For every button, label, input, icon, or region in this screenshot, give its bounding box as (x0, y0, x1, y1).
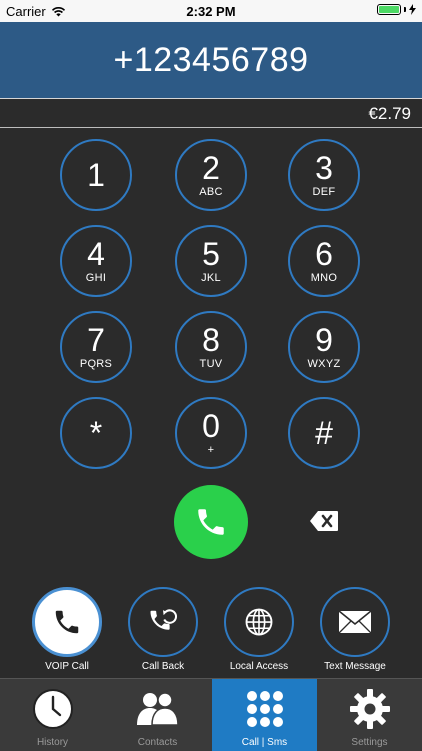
mode-voip-call[interactable] (32, 587, 102, 657)
key-digit: * (89, 414, 103, 451)
key-digit: 5 (202, 236, 220, 272)
mode-call-back[interactable] (128, 587, 198, 657)
key-digit: # (315, 414, 333, 451)
dialed-number-display: +123456789 (0, 22, 422, 99)
tab-icon-wrap (135, 687, 181, 731)
key-letters: JKL (201, 272, 221, 284)
key-letters: WXYZ (307, 358, 341, 370)
phone-icon (198, 509, 224, 535)
tab-history[interactable]: History (0, 679, 105, 751)
gear-icon (349, 689, 390, 729)
envelope-icon (338, 610, 372, 634)
backspace-button[interactable] (307, 505, 341, 537)
battery-icon (377, 4, 401, 15)
clock-icon (32, 689, 73, 729)
key-hash[interactable]: # (288, 397, 360, 469)
mode-label: VOIP Call (45, 661, 89, 672)
tab-call-sms[interactable]: Call | Sms (212, 679, 317, 751)
balance-bar: €2.79 (0, 99, 422, 128)
key-3[interactable]: 3 DEF (288, 139, 360, 211)
tab-icon-wrap (244, 687, 286, 731)
phone-icon (55, 610, 79, 634)
key-star[interactable]: * (60, 397, 132, 469)
key-letters: DEF (312, 186, 336, 198)
globe-icon (245, 608, 273, 636)
status-time: 2:32 PM (186, 4, 236, 19)
tab-icon-wrap (349, 687, 391, 731)
balance-amount: €2.79 (368, 104, 411, 123)
tab-settings[interactable]: Settings (317, 679, 422, 751)
backspace-icon (310, 511, 338, 531)
key-8[interactable]: 8 TUV (175, 311, 247, 383)
key-5[interactable]: 5 JKL (175, 225, 247, 297)
key-digit: 6 (315, 236, 333, 272)
dialed-number: +123456789 (113, 40, 309, 79)
key-digit: 7 (87, 322, 105, 358)
call-button[interactable] (174, 485, 248, 559)
key-letters: GHI (85, 272, 107, 284)
tab-label: Call | Sms (241, 737, 288, 748)
key-6[interactable]: 6 MNO (288, 225, 360, 297)
key-letters: ABC (199, 186, 223, 198)
mode-label: Local Access (229, 661, 289, 672)
status-bar: Carrier 2:32 PM (0, 0, 422, 22)
tab-bar: History Contacts Call | Sms Settings (0, 678, 422, 751)
charging-icon (409, 4, 416, 15)
key-0[interactable]: 0 + (175, 397, 247, 469)
key-9[interactable]: 9 WXYZ (288, 311, 360, 383)
tab-label: Settings (351, 737, 388, 748)
key-letters: MNO (310, 272, 338, 284)
key-digit: 3 (315, 150, 333, 186)
key-digit: 4 (87, 236, 105, 272)
contacts-icon (136, 692, 179, 726)
key-digit: 1 (87, 157, 105, 193)
status-right (377, 4, 416, 15)
key-1[interactable]: 1 (60, 139, 132, 211)
battery-tip (404, 7, 406, 12)
mode-text-message[interactable] (320, 587, 390, 657)
key-digit: 8 (202, 322, 220, 358)
callback-icon (150, 609, 178, 630)
key-4[interactable]: 4 GHI (60, 225, 132, 297)
key-letters: TUV (199, 358, 223, 370)
tab-label: History (36, 737, 69, 748)
key-digit: 2 (202, 150, 220, 186)
mode-local-access[interactable] (224, 587, 294, 657)
key-digit: 9 (315, 322, 333, 358)
key-letters: PQRS (79, 358, 113, 370)
key-letters: + (207, 444, 215, 456)
key-7[interactable]: 7 PQRS (60, 311, 132, 383)
mode-label: Call Back (141, 661, 185, 672)
mode-label: Text Message (324, 661, 386, 672)
keypad-icon (246, 691, 283, 727)
key-2[interactable]: 2 ABC (175, 139, 247, 211)
tab-contacts[interactable]: Contacts (105, 679, 210, 751)
tab-icon-wrap (32, 687, 74, 731)
key-digit: 0 (202, 408, 220, 444)
tab-label: Contacts (137, 737, 178, 748)
